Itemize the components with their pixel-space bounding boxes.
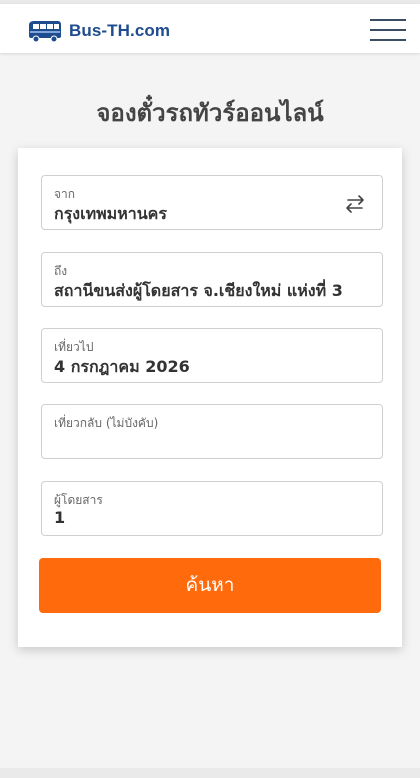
depart-date-value: 4 กรกฎาคม 2026 xyxy=(54,357,190,376)
swap-arrows-icon[interactable] xyxy=(344,194,366,214)
site-header: Bus-TH.com xyxy=(0,4,420,53)
hamburger-menu-icon-line xyxy=(370,29,406,31)
hamburger-menu-button[interactable] xyxy=(370,17,406,43)
hamburger-menu-icon xyxy=(370,19,406,21)
return-date-field[interactable]: เที่ยวกลับ (ไม่บังคับ) xyxy=(41,404,383,459)
to-field[interactable]: ถึง สถานีขนส่งผู้โดยสาร จ.เชียงใหม่ แห่ง… xyxy=(41,252,383,307)
passengers-field[interactable]: ผู้โดยสาร 1 xyxy=(41,481,383,536)
logo-text: Bus-TH.com xyxy=(69,21,171,40)
from-field[interactable]: จาก กรุงเทพมหานคร xyxy=(41,175,383,230)
search-button[interactable]: ค้นหา xyxy=(39,558,381,613)
depart-date-field[interactable]: เที่ยวไป 4 กรกฎาคม 2026 xyxy=(41,328,383,383)
bus-icon xyxy=(29,21,61,43)
hamburger-menu-icon-line xyxy=(370,39,406,41)
booking-form-card: จาก กรุงเทพมหานคร ถึง สถานีขนส่งผู้โดยสา… xyxy=(18,148,402,647)
page-title: จองตั๋วรถทัวร์ออนไลน์ xyxy=(96,99,324,127)
bottom-edge xyxy=(0,768,420,778)
from-value: กรุงเทพมหานคร xyxy=(54,204,167,223)
passengers-value: 1 xyxy=(54,508,66,527)
to-value: สถานีขนส่งผู้โดยสาร จ.เชียงใหม่ แห่งที่ … xyxy=(54,281,343,300)
site-logo[interactable]: Bus-TH.com xyxy=(27,17,170,45)
return-date-label: เที่ยวกลับ (ไม่บังคับ) xyxy=(54,416,159,430)
